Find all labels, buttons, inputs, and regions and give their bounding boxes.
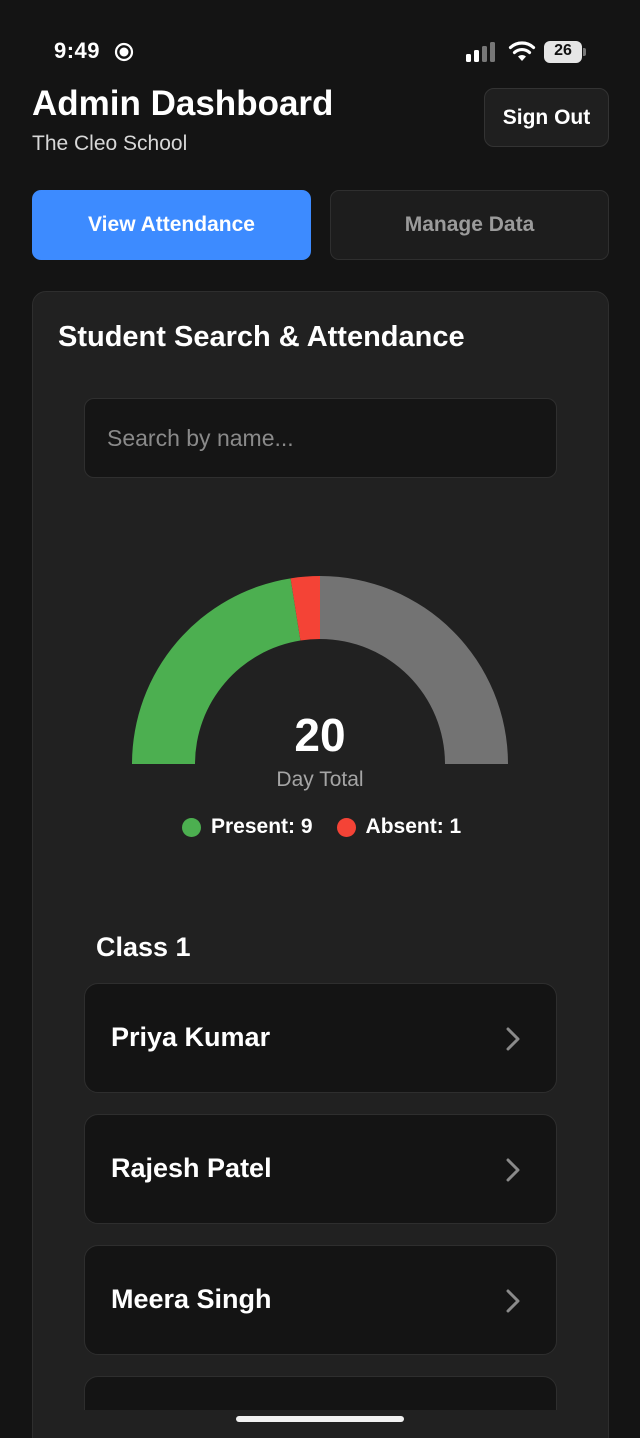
student-name: Meera Singh	[111, 1284, 272, 1314]
legend-present: Present: 9	[182, 815, 313, 839]
legend-absent-label: Absent: 1	[365, 815, 462, 838]
search-input[interactable]	[84, 398, 557, 478]
present-dot-icon	[182, 817, 201, 837]
chevron-right-icon	[506, 1027, 520, 1051]
class-heading: Class 1	[96, 932, 191, 962]
home-indicator[interactable]	[236, 1416, 404, 1422]
status-bar: 9:49 26	[0, 0, 640, 80]
chevron-right-icon	[506, 1289, 520, 1313]
battery-level: 26	[554, 42, 572, 59]
screen-record-icon	[114, 42, 134, 62]
day-total-value: 20	[294, 709, 346, 761]
student-row[interactable]: Priya Kumar	[84, 983, 557, 1093]
chevron-right-icon	[506, 1158, 520, 1182]
battery-icon: 26	[544, 41, 586, 63]
legend-present-label: Present: 9	[211, 815, 313, 838]
day-total-label: Day Total	[276, 768, 364, 791]
tab-view-attendance[interactable]: View Attendance	[32, 190, 311, 260]
page-title: Admin Dashboard	[32, 84, 334, 123]
wifi-icon	[508, 41, 536, 61]
scroll-clip	[33, 1410, 608, 1438]
tab-manage-data[interactable]: Manage Data	[330, 190, 609, 260]
student-row[interactable]: Rajesh Patel	[84, 1114, 557, 1224]
student-name: Priya Kumar	[111, 1022, 271, 1052]
student-row[interactable]: Meera Singh	[84, 1245, 557, 1355]
student-name: Rajesh Patel	[111, 1153, 272, 1183]
absent-dot-icon	[336, 817, 356, 837]
sign-out-button[interactable]: Sign Out	[484, 88, 609, 147]
status-time: 9:49	[54, 38, 101, 63]
card-title: Student Search & Attendance	[58, 321, 465, 353]
cellular-signal-icon	[466, 42, 495, 62]
school-name: The Cleo School	[32, 132, 188, 155]
gauge-legend: Present: 9 Absent: 1	[182, 814, 461, 840]
legend-absent: Absent: 1	[336, 815, 462, 839]
